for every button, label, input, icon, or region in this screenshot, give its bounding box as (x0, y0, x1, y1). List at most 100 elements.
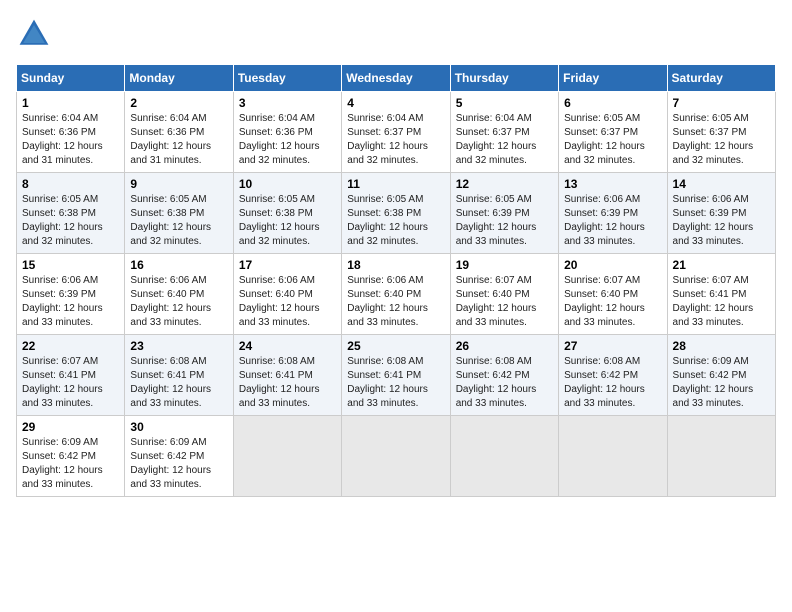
calendar-day-cell: 26 Sunrise: 6:08 AMSunset: 6:42 PMDaylig… (450, 335, 558, 416)
day-info: Sunrise: 6:06 AMSunset: 6:40 PMDaylight:… (130, 275, 211, 328)
day-info: Sunrise: 6:08 AMSunset: 6:41 PMDaylight:… (347, 356, 428, 409)
calendar-week-row: 15 Sunrise: 6:06 AMSunset: 6:39 PMDaylig… (17, 254, 776, 335)
day-info: Sunrise: 6:06 AMSunset: 6:39 PMDaylight:… (564, 194, 645, 247)
day-number: 3 (239, 96, 336, 110)
day-info: Sunrise: 6:05 AMSunset: 6:38 PMDaylight:… (22, 194, 103, 247)
calendar-day-cell: 19 Sunrise: 6:07 AMSunset: 6:40 PMDaylig… (450, 254, 558, 335)
day-number: 15 (22, 258, 119, 272)
day-info: Sunrise: 6:06 AMSunset: 6:40 PMDaylight:… (347, 275, 428, 328)
day-info: Sunrise: 6:05 AMSunset: 6:38 PMDaylight:… (347, 194, 428, 247)
calendar-day-cell: 23 Sunrise: 6:08 AMSunset: 6:41 PMDaylig… (125, 335, 233, 416)
day-info: Sunrise: 6:06 AMSunset: 6:39 PMDaylight:… (673, 194, 754, 247)
day-number: 20 (564, 258, 661, 272)
day-info: Sunrise: 6:08 AMSunset: 6:42 PMDaylight:… (564, 356, 645, 409)
calendar-day-cell: 20 Sunrise: 6:07 AMSunset: 6:40 PMDaylig… (559, 254, 667, 335)
day-number: 27 (564, 339, 661, 353)
calendar-day-cell: 4 Sunrise: 6:04 AMSunset: 6:37 PMDayligh… (342, 92, 450, 173)
day-number: 25 (347, 339, 444, 353)
calendar-day-cell: 6 Sunrise: 6:05 AMSunset: 6:37 PMDayligh… (559, 92, 667, 173)
calendar-week-row: 29 Sunrise: 6:09 AMSunset: 6:42 PMDaylig… (17, 416, 776, 497)
day-info: Sunrise: 6:09 AMSunset: 6:42 PMDaylight:… (22, 437, 103, 490)
calendar-day-cell: 27 Sunrise: 6:08 AMSunset: 6:42 PMDaylig… (559, 335, 667, 416)
day-number: 21 (673, 258, 770, 272)
calendar-day-cell (667, 416, 775, 497)
day-number: 8 (22, 177, 119, 191)
day-info: Sunrise: 6:04 AMSunset: 6:37 PMDaylight:… (347, 113, 428, 166)
day-number: 30 (130, 420, 227, 434)
day-number: 19 (456, 258, 553, 272)
day-info: Sunrise: 6:08 AMSunset: 6:41 PMDaylight:… (130, 356, 211, 409)
calendar-day-cell: 10 Sunrise: 6:05 AMSunset: 6:38 PMDaylig… (233, 173, 341, 254)
day-info: Sunrise: 6:07 AMSunset: 6:40 PMDaylight:… (564, 275, 645, 328)
day-info: Sunrise: 6:06 AMSunset: 6:39 PMDaylight:… (22, 275, 103, 328)
calendar-day-cell: 2 Sunrise: 6:04 AMSunset: 6:36 PMDayligh… (125, 92, 233, 173)
calendar-day-cell: 11 Sunrise: 6:05 AMSunset: 6:38 PMDaylig… (342, 173, 450, 254)
calendar-day-cell: 15 Sunrise: 6:06 AMSunset: 6:39 PMDaylig… (17, 254, 125, 335)
day-info: Sunrise: 6:07 AMSunset: 6:41 PMDaylight:… (22, 356, 103, 409)
day-number: 4 (347, 96, 444, 110)
calendar-day-cell: 18 Sunrise: 6:06 AMSunset: 6:40 PMDaylig… (342, 254, 450, 335)
day-number: 26 (456, 339, 553, 353)
calendar-day-cell (450, 416, 558, 497)
calendar-day-cell: 8 Sunrise: 6:05 AMSunset: 6:38 PMDayligh… (17, 173, 125, 254)
calendar-day-cell: 25 Sunrise: 6:08 AMSunset: 6:41 PMDaylig… (342, 335, 450, 416)
day-number: 5 (456, 96, 553, 110)
day-info: Sunrise: 6:04 AMSunset: 6:36 PMDaylight:… (130, 113, 211, 166)
calendar-day-cell: 16 Sunrise: 6:06 AMSunset: 6:40 PMDaylig… (125, 254, 233, 335)
day-number: 14 (673, 177, 770, 191)
calendar-day-cell: 3 Sunrise: 6:04 AMSunset: 6:36 PMDayligh… (233, 92, 341, 173)
day-info: Sunrise: 6:05 AMSunset: 6:37 PMDaylight:… (564, 113, 645, 166)
day-info: Sunrise: 6:05 AMSunset: 6:38 PMDaylight:… (130, 194, 211, 247)
weekday-header: Saturday (667, 65, 775, 92)
calendar-day-cell: 13 Sunrise: 6:06 AMSunset: 6:39 PMDaylig… (559, 173, 667, 254)
day-number: 2 (130, 96, 227, 110)
day-info: Sunrise: 6:04 AMSunset: 6:36 PMDaylight:… (239, 113, 320, 166)
calendar-week-row: 22 Sunrise: 6:07 AMSunset: 6:41 PMDaylig… (17, 335, 776, 416)
day-number: 24 (239, 339, 336, 353)
calendar-day-cell: 9 Sunrise: 6:05 AMSunset: 6:38 PMDayligh… (125, 173, 233, 254)
day-info: Sunrise: 6:09 AMSunset: 6:42 PMDaylight:… (673, 356, 754, 409)
day-number: 23 (130, 339, 227, 353)
day-number: 16 (130, 258, 227, 272)
weekday-header: Wednesday (342, 65, 450, 92)
calendar-day-cell: 1 Sunrise: 6:04 AMSunset: 6:36 PMDayligh… (17, 92, 125, 173)
calendar-day-cell: 29 Sunrise: 6:09 AMSunset: 6:42 PMDaylig… (17, 416, 125, 497)
calendar-day-cell: 14 Sunrise: 6:06 AMSunset: 6:39 PMDaylig… (667, 173, 775, 254)
day-number: 12 (456, 177, 553, 191)
day-info: Sunrise: 6:09 AMSunset: 6:42 PMDaylight:… (130, 437, 211, 490)
day-info: Sunrise: 6:07 AMSunset: 6:41 PMDaylight:… (673, 275, 754, 328)
day-number: 18 (347, 258, 444, 272)
weekday-header: Sunday (17, 65, 125, 92)
day-number: 29 (22, 420, 119, 434)
day-number: 1 (22, 96, 119, 110)
day-number: 17 (239, 258, 336, 272)
day-number: 6 (564, 96, 661, 110)
calendar-day-cell: 24 Sunrise: 6:08 AMSunset: 6:41 PMDaylig… (233, 335, 341, 416)
calendar-day-cell: 30 Sunrise: 6:09 AMSunset: 6:42 PMDaylig… (125, 416, 233, 497)
calendar-day-cell (342, 416, 450, 497)
day-number: 10 (239, 177, 336, 191)
logo (16, 16, 56, 52)
page-header (16, 16, 776, 52)
weekday-header: Monday (125, 65, 233, 92)
weekday-header-row: SundayMondayTuesdayWednesdayThursdayFrid… (17, 65, 776, 92)
day-number: 22 (22, 339, 119, 353)
day-info: Sunrise: 6:05 AMSunset: 6:37 PMDaylight:… (673, 113, 754, 166)
day-info: Sunrise: 6:07 AMSunset: 6:40 PMDaylight:… (456, 275, 537, 328)
day-number: 11 (347, 177, 444, 191)
calendar-day-cell: 7 Sunrise: 6:05 AMSunset: 6:37 PMDayligh… (667, 92, 775, 173)
calendar-day-cell: 12 Sunrise: 6:05 AMSunset: 6:39 PMDaylig… (450, 173, 558, 254)
weekday-header: Thursday (450, 65, 558, 92)
calendar-week-row: 8 Sunrise: 6:05 AMSunset: 6:38 PMDayligh… (17, 173, 776, 254)
day-number: 9 (130, 177, 227, 191)
calendar-day-cell: 5 Sunrise: 6:04 AMSunset: 6:37 PMDayligh… (450, 92, 558, 173)
day-number: 28 (673, 339, 770, 353)
logo-icon (16, 16, 52, 52)
day-info: Sunrise: 6:05 AMSunset: 6:38 PMDaylight:… (239, 194, 320, 247)
day-info: Sunrise: 6:06 AMSunset: 6:40 PMDaylight:… (239, 275, 320, 328)
calendar-day-cell: 22 Sunrise: 6:07 AMSunset: 6:41 PMDaylig… (17, 335, 125, 416)
calendar-day-cell (559, 416, 667, 497)
day-info: Sunrise: 6:05 AMSunset: 6:39 PMDaylight:… (456, 194, 537, 247)
day-info: Sunrise: 6:04 AMSunset: 6:36 PMDaylight:… (22, 113, 103, 166)
calendar-table: SundayMondayTuesdayWednesdayThursdayFrid… (16, 64, 776, 497)
